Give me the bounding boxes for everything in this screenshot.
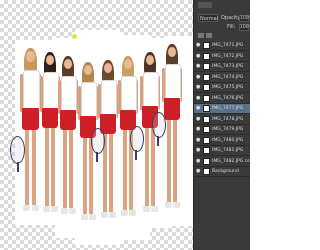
eye-icon[interactable]: ● <box>196 85 201 90</box>
layer-thumbnail <box>203 157 210 165</box>
layer-thumbnail <box>203 42 210 49</box>
layer-name: Background <box>212 169 239 174</box>
layer-thumbnail <box>203 115 210 123</box>
fill-field[interactable]: 100% <box>239 24 250 31</box>
layer-thumbnail <box>203 94 210 102</box>
link-icon[interactable] <box>206 33 212 38</box>
layer-thumbnail <box>203 168 210 175</box>
layer-name: IMG_7472.JPG <box>212 53 244 59</box>
layers-panel-tab[interactable] <box>198 2 212 8</box>
eye-icon[interactable]: ● <box>196 116 201 122</box>
lock-row <box>198 33 248 39</box>
layer-thumbnail <box>203 52 210 60</box>
tennis-ball-icon <box>72 34 77 39</box>
document-canvas[interactable] <box>0 0 200 250</box>
eye-icon[interactable]: ● <box>196 148 201 153</box>
layer-name: IMG_7480.JPG <box>212 137 244 143</box>
layer-thumbnail <box>203 147 210 154</box>
eye-icon[interactable]: ● <box>196 74 201 80</box>
layer-row[interactable]: ● IMG_7482.JPG copy <box>194 157 250 167</box>
layer-name: IMG_7479.JPG <box>212 127 244 132</box>
layer-name: IMG_7471.JPG <box>212 43 244 48</box>
eye-icon[interactable]: ● <box>196 158 201 164</box>
layer-row[interactable]: ● IMG_7480.JPG <box>194 136 250 146</box>
layer-row[interactable]: ● IMG_7479.JPG <box>194 125 250 135</box>
opacity-field[interactable]: 100% <box>239 15 250 22</box>
layer-name: IMG_7473.JPG <box>212 64 244 69</box>
layer-thumbnail <box>203 84 210 91</box>
fill-label: Fill: <box>227 24 236 30</box>
layer-row[interactable]: ● IMG_7471.JPG <box>194 41 250 51</box>
layer-name: IMG_7477.JPG <box>212 106 244 111</box>
eye-icon[interactable]: ● <box>196 64 201 69</box>
eye-icon[interactable]: ● <box>196 53 201 59</box>
layer-thumbnail <box>203 63 210 70</box>
layer-row[interactable]: ● IMG_7481.JPG <box>194 146 250 156</box>
eye-icon[interactable]: ● <box>196 169 201 174</box>
layer-row-background[interactable]: ● Background <box>194 167 250 177</box>
layer-name: IMG_7478.JPG <box>212 116 244 122</box>
photoshop-window: Normal Opacity: 100% Fill: 100% ● IMG_74… <box>0 0 250 250</box>
layer-thumbnail <box>203 136 210 144</box>
lock-icon[interactable] <box>198 33 204 38</box>
layer-row[interactable]: ● IMG_7472.JPG <box>194 52 250 62</box>
blend-mode-dropdown[interactable]: Normal <box>198 14 218 22</box>
layer-row[interactable]: ● IMG_7478.JPG <box>194 115 250 125</box>
eye-icon[interactable]: ● <box>196 106 201 111</box>
layer-row[interactable]: ● IMG_7476.JPG <box>194 94 250 104</box>
layer-name: IMG_7475.JPG <box>212 85 244 90</box>
layer-row-selected[interactable]: ● IMG_7477.JPG <box>194 104 250 114</box>
eye-icon[interactable]: ● <box>196 127 201 132</box>
eye-icon[interactable]: ● <box>196 95 201 101</box>
layer-name: IMG_7481.JPG <box>212 148 244 153</box>
layer-thumbnail <box>203 105 210 112</box>
layer-row[interactable]: ● IMG_7473.JPG <box>194 62 250 72</box>
layer-row[interactable]: ● IMG_7475.JPG <box>194 83 250 93</box>
eye-icon[interactable]: ● <box>196 43 201 48</box>
layer-name: IMG_7476.JPG <box>212 95 244 101</box>
eye-icon[interactable]: ● <box>196 137 201 143</box>
layer-thumbnail <box>203 126 210 133</box>
layer-name: IMG_7474.JPG <box>212 74 244 80</box>
layer-thumbnail <box>203 73 210 81</box>
layer-row[interactable]: ● IMG_7474.JPG <box>194 73 250 83</box>
layer-name: IMG_7482.JPG copy <box>212 158 250 164</box>
